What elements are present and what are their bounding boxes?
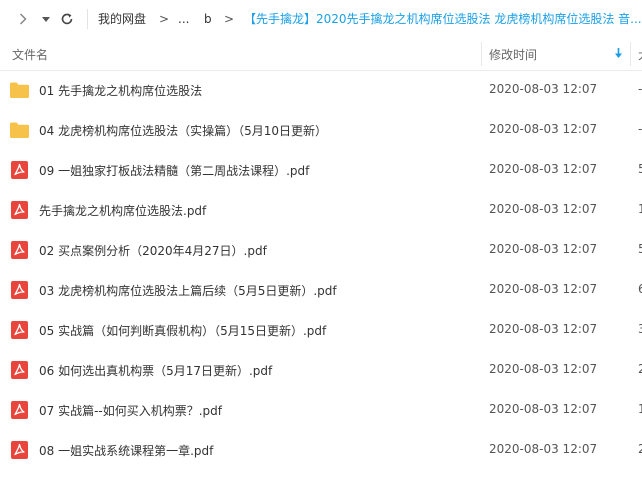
forward-button[interactable] — [14, 9, 32, 29]
file-size: 3 — [638, 322, 642, 336]
folder-row[interactable]: 04 龙虎榜机构席位选股法（实操篇）（5月10日更新） 2020-08-03 12… — [0, 110, 642, 150]
column-modified-header[interactable]: 修改时间 — [489, 46, 537, 63]
file-row[interactable]: 05 实战篇（如何判断真假机构）（5月15日更新）.pdf 2020-08-03 … — [0, 310, 642, 350]
pdf-icon — [10, 441, 29, 459]
pdf-icon — [10, 161, 29, 179]
file-name[interactable]: 06 如何选出真机构票（5月17日更新）.pdf — [39, 362, 272, 379]
arrow-down-icon[interactable] — [614, 48, 623, 59]
file-row[interactable]: 03 龙虎榜机构席位选股法上篇后续（5月5日更新）.pdf 2020-08-03 … — [0, 270, 642, 310]
pdf-icon — [10, 281, 29, 299]
file-size: 1 — [638, 202, 642, 216]
file-size: 5 — [638, 242, 642, 256]
file-row[interactable]: 07 实战篇--如何买入机构票？.pdf 2020-08-03 12:07 1 — [0, 390, 642, 430]
breadcrumb-separator: > — [224, 12, 235, 26]
file-name[interactable]: 01 先手擒龙之机构席位选股法 — [39, 82, 202, 99]
pdf-icon — [10, 361, 29, 379]
folder-icon — [10, 81, 29, 99]
breadcrumb-current[interactable]: 【先手擒龙】2020先手擒龙之机构席位选股法 龙虎榜机构席位选股法 音... — [244, 11, 642, 27]
file-row[interactable]: 先手擒龙之机构席位选股法.pdf 2020-08-03 12:07 1 — [0, 190, 642, 230]
toolbar: 我的网盘 > ... b > 【先手擒龙】2020先手擒龙之机构席位选股法 龙虎… — [0, 0, 642, 38]
file-size: 5 — [638, 162, 642, 176]
file-name[interactable]: 08 一姐实战系统课程第一章.pdf — [39, 442, 213, 459]
file-modified-date: 2020-08-03 12:07 — [489, 82, 598, 96]
pdf-icon — [10, 241, 29, 259]
refresh-icon — [61, 13, 73, 25]
folder-icon — [10, 121, 29, 139]
file-modified-date: 2020-08-03 12:07 — [489, 322, 598, 336]
pdf-icon — [10, 401, 29, 419]
file-size: - — [638, 82, 642, 96]
pdf-icon — [10, 201, 29, 219]
toolbar-divider — [87, 9, 88, 29]
breadcrumb-ellipsis[interactable]: ... — [178, 11, 189, 27]
file-modified-date: 2020-08-03 12:07 — [489, 442, 598, 456]
file-size: 2 — [638, 362, 642, 376]
file-name[interactable]: 先手擒龙之机构席位选股法.pdf — [39, 202, 206, 219]
file-size: - — [638, 122, 642, 136]
file-name[interactable]: 02 买点案例分析（2020年4月27日）.pdf — [39, 242, 267, 259]
file-row[interactable]: 09 一姐独家打板战法精髓（第二周战法课程）.pdf 2020-08-03 12:… — [0, 150, 642, 190]
chevron-right-icon — [19, 13, 27, 25]
file-modified-date: 2020-08-03 12:07 — [489, 242, 598, 256]
folder-row[interactable]: 01 先手擒龙之机构席位选股法 2020-08-03 12:07 - — [0, 70, 642, 110]
file-name[interactable]: 07 实战篇--如何买入机构票？.pdf — [39, 402, 222, 419]
file-size: 2 — [638, 442, 642, 456]
breadcrumb-folder-b[interactable]: b — [204, 11, 212, 27]
file-modified-date: 2020-08-03 12:07 — [489, 162, 598, 176]
history-dropdown-button[interactable] — [38, 9, 54, 29]
file-modified-date: 2020-08-03 12:07 — [489, 122, 598, 136]
refresh-button[interactable] — [57, 9, 77, 29]
breadcrumb-separator: > — [159, 12, 170, 26]
file-modified-date: 2020-08-03 12:07 — [489, 282, 598, 296]
column-size-header[interactable]: 大 — [638, 46, 642, 63]
file-name[interactable]: 09 一姐独家打板战法精髓（第二周战法课程）.pdf — [39, 162, 309, 179]
column-divider[interactable] — [481, 42, 482, 66]
column-divider[interactable] — [630, 42, 631, 66]
file-name[interactable]: 05 实战篇（如何判断真假机构）（5月15日更新）.pdf — [39, 322, 326, 339]
column-name-header[interactable]: 文件名 — [12, 46, 48, 63]
breadcrumb-root[interactable]: 我的网盘 — [98, 11, 146, 27]
file-size: 1 — [638, 402, 642, 416]
file-modified-date: 2020-08-03 12:07 — [489, 402, 598, 416]
pdf-icon — [10, 321, 29, 339]
file-modified-date: 2020-08-03 12:07 — [489, 362, 598, 376]
file-modified-date: 2020-08-03 12:07 — [489, 202, 598, 216]
file-name[interactable]: 03 龙虎榜机构席位选股法上篇后续（5月5日更新）.pdf — [39, 282, 337, 299]
file-name[interactable]: 04 龙虎榜机构席位选股法（实操篇）（5月10日更新） — [39, 122, 327, 139]
file-row[interactable]: 08 一姐实战系统课程第一章.pdf 2020-08-03 12:07 2 — [0, 430, 642, 470]
file-row[interactable]: 02 买点案例分析（2020年4月27日）.pdf 2020-08-03 12:0… — [0, 230, 642, 270]
file-size: 6 — [638, 282, 642, 296]
caret-down-icon — [42, 16, 50, 22]
column-header: 文件名 修改时间 大 — [0, 38, 642, 71]
file-row[interactable]: 06 如何选出真机构票（5月17日更新）.pdf 2020-08-03 12:07… — [0, 350, 642, 390]
